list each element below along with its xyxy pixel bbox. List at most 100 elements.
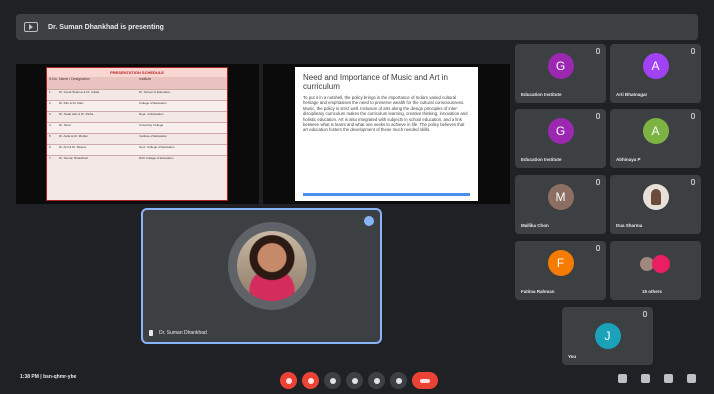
participant-name: Mallika Chon (521, 223, 549, 228)
presenter-photo (237, 231, 307, 301)
row-inst: Institute of Education (139, 134, 168, 138)
participant-tile[interactable]: F Fatima Rahman (515, 241, 606, 300)
row-num: 4. (49, 123, 52, 127)
shared-screen-right[interactable]: Need and Importance of Music and Art in … (263, 64, 510, 204)
hang-up-icon (420, 378, 430, 383)
row-num: 7. (49, 156, 52, 160)
avatar: F (547, 250, 574, 276)
avatar: M (547, 184, 574, 210)
captions-icon (329, 377, 336, 384)
participant-tile[interactable]: G Education Institute (515, 109, 606, 168)
slide-heading: Need and Importance of Music and Art in … (303, 73, 448, 91)
self-name: You (568, 354, 577, 359)
avatar: G (547, 118, 574, 144)
slide-bullet: To put it in a nutshell, the policy brin… (303, 95, 468, 133)
avatar: A (642, 118, 669, 144)
col-name: Name / Designation (59, 77, 90, 81)
table-row: 6. Dr. Anil & Dr. Meena Govt. College of… (47, 144, 227, 155)
avatar: A (642, 53, 669, 79)
leave-call-button[interactable] (412, 372, 438, 389)
mic-off-icon (596, 245, 600, 251)
avatar-photo (642, 184, 669, 210)
chat-icon[interactable] (664, 374, 673, 383)
raise-hand-button[interactable] (346, 372, 363, 389)
row-num: 1. (49, 90, 52, 94)
presenter-tile[interactable]: Dr. Suman Dhankhad (141, 208, 382, 344)
row-inst: University College (139, 123, 164, 127)
participant-tile[interactable]: A Abhinaya P (610, 109, 701, 168)
participant-tile[interactable]: Dua Sharma (610, 175, 701, 234)
participant-name: Arti Bhatnagar (616, 92, 648, 97)
row-inst: Dept. of Education (139, 112, 164, 116)
mic-off-icon (691, 179, 695, 185)
participant-name: Abhinaya P (616, 157, 641, 162)
call-controls (280, 372, 438, 389)
present-icon (24, 22, 38, 32)
presenter-nameplate: Dr. Suman Dhankhad (149, 330, 207, 336)
row-name: Dr. Asha & Dr. Mohan (59, 134, 88, 138)
more-vert-icon (395, 377, 402, 384)
camera-off-icon (307, 377, 314, 384)
row-name: Dr. Anil & Dr. Meena (59, 145, 87, 149)
table-row: 1. Dr. Kunal Sharma & Dr. Ankita Dr. Sch… (47, 89, 227, 100)
people-icon[interactable] (641, 374, 650, 383)
table-row: 2. Dr. Ritu & Dr. Ravi College of Educat… (47, 100, 227, 111)
row-name: Dr. Ritu & Dr. Ravi (59, 101, 84, 105)
participant-name: Dua Sharma (616, 223, 643, 228)
mic-off-icon (596, 113, 600, 119)
row-num: 3. (49, 112, 52, 116)
mic-off-icon (285, 377, 292, 384)
schedule-slide: PRESENTATION SCHEDULE S.No. Name / Desig… (46, 67, 228, 201)
presenter-name: Dr. Suman Dhankhad (159, 330, 207, 336)
mic-off-icon (643, 311, 647, 317)
more-options-button[interactable] (390, 372, 407, 389)
shared-screen-left[interactable]: PRESENTATION SCHEDULE S.No. Name / Desig… (16, 64, 259, 204)
avatar: G (547, 53, 574, 79)
row-name: Dr. Kunal Sharma & Dr. Ankita (59, 90, 100, 94)
row-inst: College of Education (139, 101, 167, 105)
mic-off-icon (691, 48, 695, 54)
participant-tile[interactable]: G Education Institute (515, 44, 606, 103)
present-button[interactable] (368, 372, 385, 389)
avatar-small (652, 255, 670, 273)
table-row: 4. Dr. Tanvi University College (47, 122, 227, 133)
info-icon[interactable] (618, 374, 627, 383)
participant-tile[interactable]: A Arti Bhatnagar (610, 44, 701, 103)
others-count: 15 others (642, 289, 663, 294)
presenting-banner: Dr. Suman Dhankhad is presenting (16, 14, 698, 40)
table-row: 7. Dr. Suman Dhankhad DAV College of Edu… (47, 155, 227, 166)
speaking-indicator-icon (364, 216, 374, 226)
row-name: Dr. Swati Jain & Dr. Richa (59, 112, 94, 116)
meeting-time-code: 1:38 PM | bsn-qhmr-ybe (20, 374, 77, 380)
mic-off-icon (691, 113, 695, 119)
participant-tile[interactable]: M Mallika Chon (515, 175, 606, 234)
bottom-control-bar: 1:38 PM | bsn-qhmr-ybe (0, 366, 714, 394)
avatar: J (594, 323, 621, 349)
person-silhouette-icon (650, 189, 661, 205)
row-inst: Govt. College of Education (139, 145, 175, 149)
row-num: 5. (49, 134, 52, 138)
pin-icon[interactable] (149, 330, 153, 336)
col-sno: S.No. (49, 77, 58, 81)
table-row: 5. Dr. Asha & Dr. Mohan Institute of Edu… (47, 133, 227, 144)
activities-icon[interactable] (687, 374, 696, 383)
others-tile[interactable]: 15 others (610, 241, 701, 300)
presenting-text: Dr. Suman Dhankhad is presenting (48, 23, 164, 31)
schedule-column-headers: S.No. Name / Designation Institute (47, 77, 227, 89)
mic-off-icon (596, 48, 600, 54)
captions-button[interactable] (324, 372, 341, 389)
camera-toggle-button[interactable] (302, 372, 319, 389)
col-institute: Institute (139, 77, 152, 81)
table-row: 3. Dr. Swati Jain & Dr. Richa Dept. of E… (47, 111, 227, 122)
participant-name: Fatima Rahman (521, 289, 555, 294)
self-tile[interactable]: J You (562, 307, 653, 365)
row-num: 2. (49, 101, 52, 105)
present-screen-icon (373, 377, 380, 384)
row-inst: DAV College of Education (139, 156, 174, 160)
slide-footer-bar (303, 193, 470, 196)
participant-name: Education Institute (521, 92, 562, 97)
side-panel-buttons (618, 374, 696, 383)
mic-toggle-button[interactable] (280, 372, 297, 389)
row-name: Dr. Suman Dhankhad (59, 156, 88, 160)
music-art-slide: Need and Importance of Music and Art in … (295, 67, 478, 201)
